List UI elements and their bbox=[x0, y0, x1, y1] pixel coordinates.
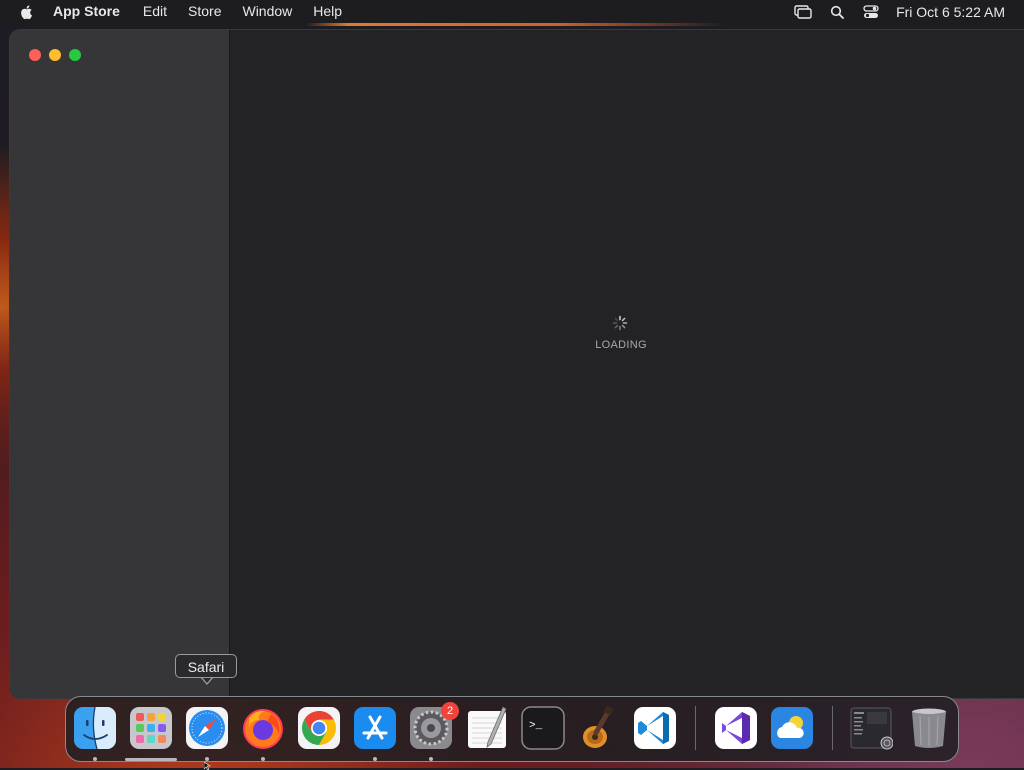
weather-icon bbox=[771, 707, 813, 749]
textedit-icon bbox=[468, 706, 507, 748]
dock-launchpad[interactable] bbox=[129, 706, 173, 750]
firefox-running-indicator bbox=[261, 757, 265, 761]
system-settings-running-indicator bbox=[429, 757, 433, 761]
dock-separator-2 bbox=[832, 706, 833, 750]
menu-bar: App Store Edit Store Window Help Fri Oct… bbox=[0, 0, 1024, 23]
dock-safari[interactable] bbox=[185, 706, 229, 750]
dock-app-store[interactable] bbox=[353, 706, 397, 750]
chrome-icon bbox=[298, 707, 340, 749]
trash-icon bbox=[912, 708, 946, 748]
main-content bbox=[230, 30, 1024, 698]
window-minimize-button[interactable] bbox=[49, 49, 61, 61]
downloads-stack-icon bbox=[850, 707, 893, 750]
dock-finder[interactable] bbox=[73, 706, 117, 750]
dock-trash[interactable] bbox=[907, 706, 951, 750]
safari-icon bbox=[186, 707, 228, 749]
sidebar bbox=[10, 30, 230, 698]
loading-spinner-icon bbox=[612, 315, 628, 331]
apple-menu-icon[interactable] bbox=[19, 4, 35, 20]
app-store-window bbox=[10, 30, 1024, 698]
window-close-button[interactable] bbox=[29, 49, 41, 61]
dock-tooltip: Safari bbox=[175, 654, 237, 678]
launchpad-highlight-bar bbox=[125, 758, 177, 761]
dock-textedit[interactable] bbox=[465, 706, 509, 750]
menu-window[interactable]: Window bbox=[242, 0, 292, 23]
spotlight-search-icon[interactable] bbox=[828, 4, 846, 20]
finder-icon bbox=[74, 706, 116, 750]
garageband-icon bbox=[583, 706, 614, 748]
menu-store[interactable]: Store bbox=[188, 0, 221, 23]
launchpad-icon bbox=[130, 707, 172, 749]
terminal-icon: >_ bbox=[521, 706, 565, 750]
dock-garageband[interactable] bbox=[577, 706, 621, 750]
visual-studio-icon bbox=[715, 707, 757, 749]
menu-help[interactable]: Help bbox=[313, 0, 342, 23]
dock-separator bbox=[695, 706, 696, 750]
firefox-icon bbox=[243, 709, 283, 749]
dock-chrome[interactable] bbox=[297, 706, 341, 750]
mouse-cursor-icon bbox=[204, 762, 211, 770]
dock-terminal[interactable]: >_ bbox=[521, 706, 565, 750]
menu-edit[interactable]: Edit bbox=[143, 0, 167, 23]
dock-firefox[interactable] bbox=[241, 706, 285, 750]
svg-text:>_: >_ bbox=[529, 720, 543, 732]
loading-label: LOADING bbox=[595, 339, 647, 351]
dock-visual-studio[interactable] bbox=[714, 706, 758, 750]
vscode-icon bbox=[634, 707, 676, 749]
finder-running-indicator bbox=[93, 757, 97, 761]
menu-clock[interactable]: Fri Oct 6 5:22 AM bbox=[896, 4, 1005, 20]
dock-downloads-stack[interactable] bbox=[849, 706, 893, 750]
safari-running-indicator bbox=[205, 757, 209, 761]
window-zoom-button[interactable] bbox=[69, 49, 81, 61]
app-store-running-indicator bbox=[373, 757, 377, 761]
menu-app-name[interactable]: App Store bbox=[53, 0, 120, 23]
app-store-icon bbox=[354, 707, 396, 749]
dock-weather[interactable] bbox=[770, 706, 814, 750]
control-center-icon[interactable] bbox=[862, 4, 880, 20]
wallpaper-accent bbox=[306, 23, 726, 26]
system-settings-badge: 2 bbox=[441, 702, 459, 720]
dock-vscode[interactable] bbox=[633, 706, 677, 750]
screen-mirroring-icon[interactable] bbox=[794, 4, 812, 20]
